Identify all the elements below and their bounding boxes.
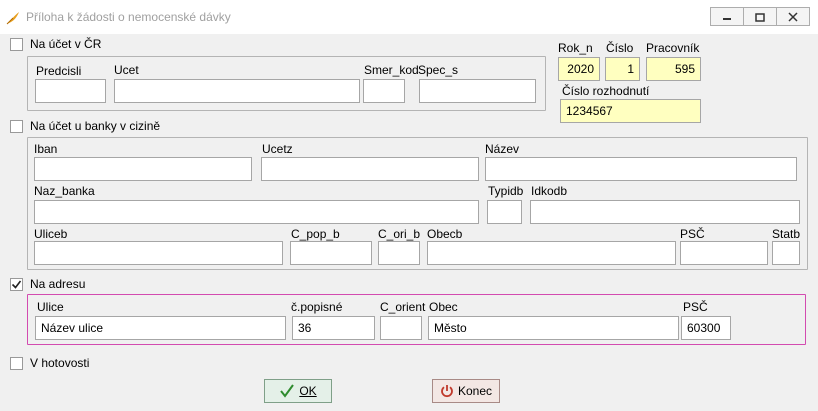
nazev-input[interactable]	[485, 157, 797, 181]
predcisli-input[interactable]	[35, 79, 106, 103]
c-orient-label: C_orient	[380, 300, 426, 314]
ulice-label: Ulice	[37, 300, 64, 314]
restore-icon	[755, 12, 765, 22]
ulice-input[interactable]: Název ulice	[35, 316, 286, 340]
ucetz-input[interactable]	[261, 157, 479, 181]
smer-kod-label: Smer_kod	[364, 63, 419, 77]
pracovnik-label: Pracovník	[646, 41, 700, 55]
ucetz-label: Ucetz	[262, 142, 293, 156]
restore-button[interactable]	[743, 7, 777, 26]
spec-s-input[interactable]	[419, 79, 536, 103]
idkodb-input[interactable]	[530, 200, 800, 224]
minimize-button[interactable]	[710, 7, 744, 26]
naz-banka-label: Naz_banka	[34, 184, 95, 198]
ucet-cr-checkbox[interactable]	[10, 38, 23, 51]
c-ori-b-input[interactable]	[378, 241, 420, 265]
c-popisne-input[interactable]: 36	[292, 316, 375, 340]
hotovost-checkbox[interactable]	[10, 357, 23, 370]
typidb-label: Typidb	[488, 184, 524, 198]
c-pop-b-input[interactable]	[290, 241, 372, 265]
cislo-rozhodnuti-label: Číslo rozhodnutí	[562, 84, 650, 98]
spec-s-label: Spec_s	[418, 63, 459, 77]
cislo-label: Číslo	[606, 41, 634, 55]
obec-label: Obec	[429, 300, 458, 314]
rok-n-label: Rok_n	[558, 41, 593, 55]
obec-input[interactable]: Město	[428, 316, 679, 340]
title-bar: Příloha k žádosti o nemocenské dávky	[0, 0, 818, 34]
c-pop-b-label: C_pop_b	[291, 227, 340, 241]
konec-label: Konec	[457, 384, 493, 398]
ucet-cr-label: Na účet v ČR	[30, 37, 102, 51]
smer-kod-input[interactable]	[363, 79, 405, 103]
ucet-ciz-checkbox[interactable]	[10, 120, 23, 133]
naz-banka-input[interactable]	[34, 200, 479, 224]
ok-label: OK	[299, 384, 317, 398]
obecb-input[interactable]	[427, 241, 676, 265]
uliceb-label: Uliceb	[34, 227, 68, 241]
close-button[interactable]	[776, 7, 810, 26]
check-icon	[280, 384, 295, 398]
cislo-rozhodnuti-field: 1234567	[560, 99, 701, 123]
pracovnik-field: 595	[646, 57, 701, 81]
adresa-label: Na adresu	[30, 277, 86, 291]
ucet-ciz-label: Na účet u banky v cizině	[30, 119, 161, 133]
power-icon	[441, 385, 453, 398]
predcisli-label: Predcisli	[36, 64, 82, 78]
rok-n-field: 2020	[558, 57, 600, 81]
uliceb-input[interactable]	[34, 241, 283, 265]
close-icon	[788, 11, 798, 22]
ucet-label: Ucet	[114, 63, 139, 77]
konec-button[interactable]: Konec	[432, 379, 500, 403]
iban-label: Iban	[34, 142, 58, 156]
ucet-input[interactable]	[114, 79, 360, 103]
c-ori-b-label: C_ori_b	[378, 227, 421, 241]
statb-input[interactable]	[772, 241, 800, 265]
pscb-label: PSČ	[680, 227, 705, 241]
psc-input[interactable]: 60300	[681, 316, 731, 340]
statb-label: Statb	[772, 227, 801, 241]
psc-label: PSČ	[683, 300, 708, 314]
hotovost-label: V hotovosti	[30, 356, 90, 370]
cislo-field: 1	[605, 57, 640, 81]
nazev-label: Název	[485, 142, 520, 156]
c-orient-input[interactable]	[380, 316, 422, 340]
window-title: Příloha k žádosti o nemocenské dávky	[26, 10, 231, 24]
feather-icon	[6, 12, 19, 25]
minimize-icon	[723, 17, 731, 20]
iban-input[interactable]	[34, 157, 252, 181]
typidb-input[interactable]	[487, 200, 522, 224]
idkodb-label: Idkodb	[531, 184, 568, 198]
adresa-checkbox[interactable]	[10, 278, 23, 291]
checkmark-icon	[11, 280, 22, 289]
ok-button[interactable]: OK	[264, 379, 332, 403]
obecb-label: Obecb	[427, 227, 463, 241]
c-popisne-label: č.popisné	[291, 300, 343, 314]
pscb-input[interactable]	[680, 241, 768, 265]
